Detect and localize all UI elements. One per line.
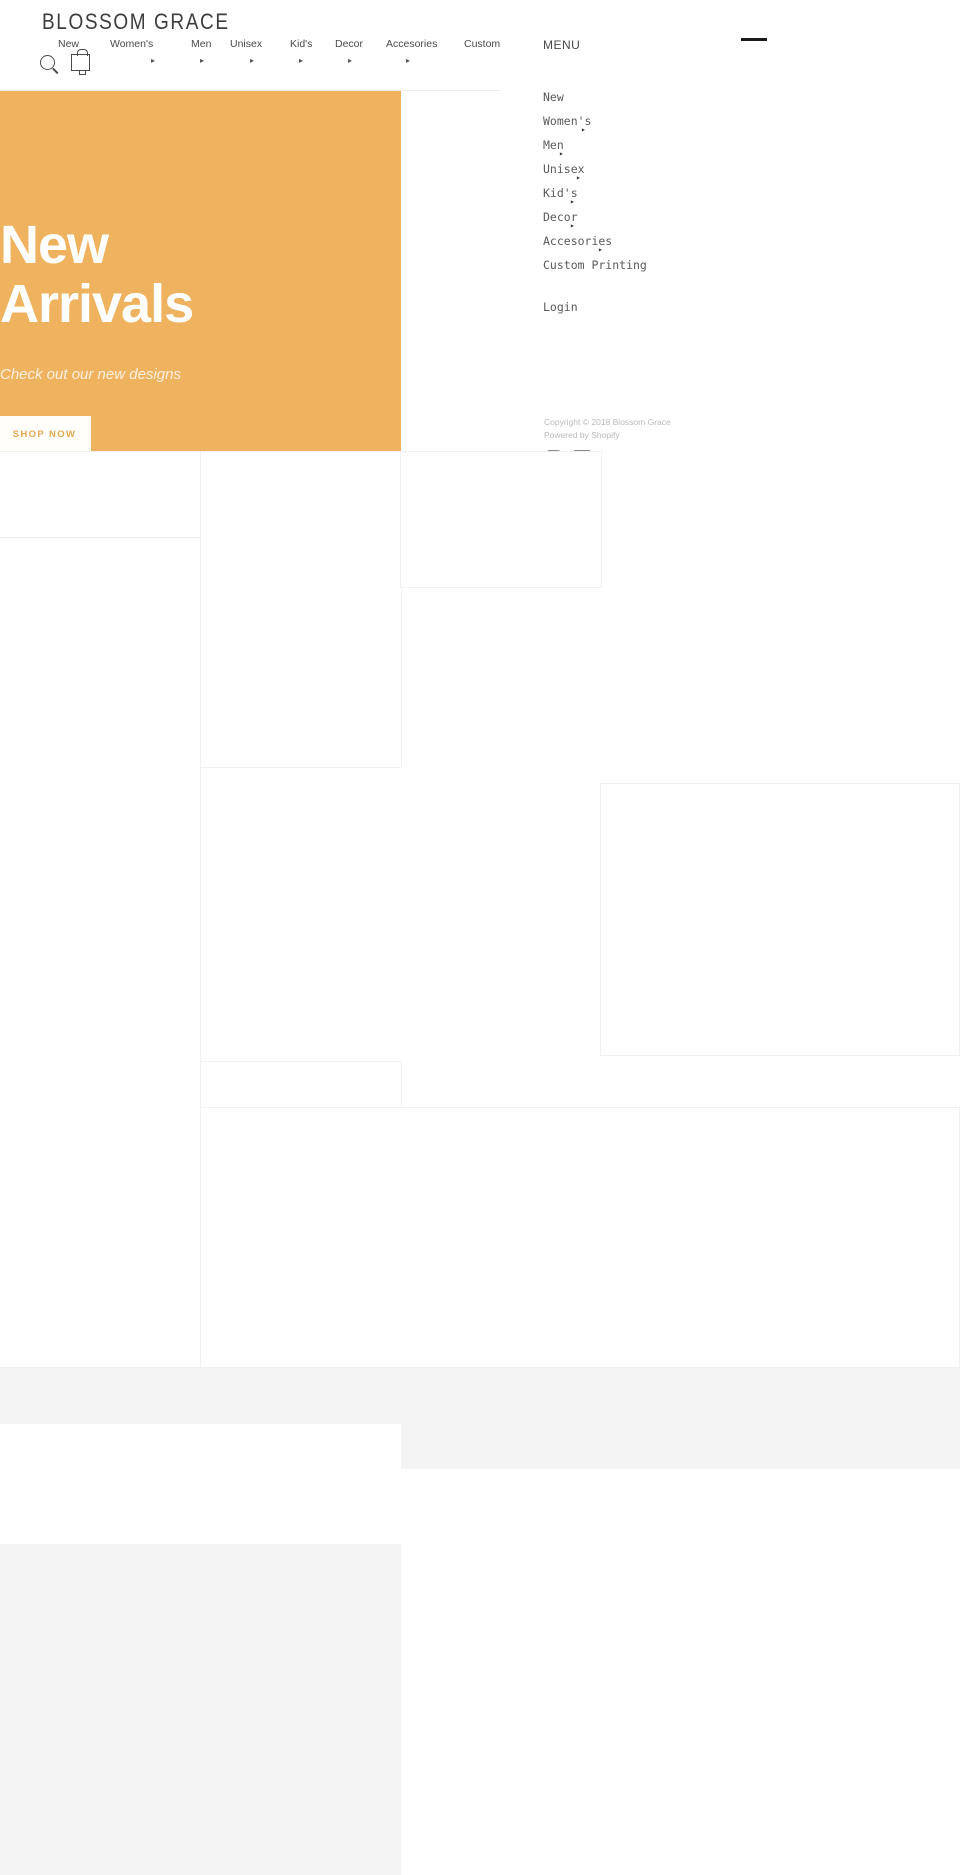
menu-item-men[interactable]: Men ▸ [543,133,843,158]
content-placeholder-block [0,1470,960,1544]
hero-title: New Arrivals [0,216,401,334]
content-placeholder-block [0,451,201,538]
site-header: BLOSSOM GRACE New Women's ▸ Men ▸ Unisex ▸ Kid'… [0,0,539,91]
shopping-bag-icon[interactable] [71,49,90,75]
site-logo[interactable]: BLOSSOM GRACE [42,10,230,36]
menu-item-kid-s[interactable]: Kid's ▸ [543,181,843,206]
shop-now-button[interactable]: SHOP NOW [0,416,91,452]
menu-item-unisex[interactable]: Unisex ▸ [543,157,843,182]
chevron-right-icon[interactable]: ▸ [250,57,254,65]
chevron-right-icon[interactable]: ▸ [200,57,204,65]
content-placeholder-block [0,1544,401,1875]
content-placeholder-block [401,1424,960,1469]
hero-banner: New Arrivals Check out our new designs S… [0,91,401,452]
content-placeholder-block [0,1368,960,1424]
close-menu-button[interactable] [741,38,767,41]
chevron-right-icon[interactable]: ▸ [406,57,410,65]
menu-item-decor[interactable]: Decor ▸ [543,205,843,230]
content-placeholder-block [0,1424,401,1469]
chevron-right-icon[interactable]: ▸ [348,57,352,65]
chevron-right-icon[interactable]: ▸ [299,57,303,65]
chevron-right-icon[interactable]: ▸ [151,57,155,65]
hero-title-line1: New [0,215,109,275]
content-placeholder-block [200,451,402,768]
nav-item-new[interactable]: New [58,38,79,50]
menu-list: New Women's ▸ Men ▸ Unisex ▸ Kid's ▸ Decor ▸ Acceso… [543,85,843,277]
menu-item-women-s[interactable]: Women's ▸ [543,109,843,134]
menu-item-label: Custom Printing [543,258,647,272]
content-placeholder-block [200,1107,960,1368]
hero-title-line2: Arrivals [0,274,194,334]
nav-item-decor[interactable]: Decor [335,38,363,50]
content-placeholder-block [400,451,602,588]
nav-item-unisex[interactable]: Unisex [230,38,262,50]
search-icon[interactable] [40,55,55,70]
nav-item-men[interactable]: Men [191,38,211,50]
hero-subtitle: Check out our new designs [0,366,181,383]
page-root: BLOSSOM GRACE New Women's ▸ Men ▸ Unisex ▸ Kid'… [0,0,960,1875]
menu-item-login[interactable]: Login [543,300,578,314]
main-navigation: New Women's ▸ Men ▸ Unisex ▸ Kid's ▸ Decor ▸ Acceso… [40,38,539,65]
powered-by-text: Powered by Shopify [544,430,620,440]
nav-item-kid-s[interactable]: Kid's [290,38,312,50]
content-placeholder-block [600,783,960,1056]
menu-heading: MENU [543,38,581,52]
content-placeholder-block [0,537,201,1368]
nav-item-women-s[interactable]: Women's [110,38,153,50]
menu-footer: Copyright © 2018 Blossom Grace Powered b… [544,416,671,442]
copyright-text: Copyright © 2018 Blossom Grace [544,417,671,427]
content-placeholder-block [200,1061,402,1108]
content-placeholder-block [401,1544,960,1875]
menu-item-label: New [543,90,564,104]
menu-item-new[interactable]: New [543,85,843,109]
nav-item-accesories[interactable]: Accesories [386,38,437,50]
menu-item-custom-printing[interactable]: Custom Printing [543,253,843,277]
menu-item-accesories[interactable]: Accesories ▸ [543,229,843,254]
